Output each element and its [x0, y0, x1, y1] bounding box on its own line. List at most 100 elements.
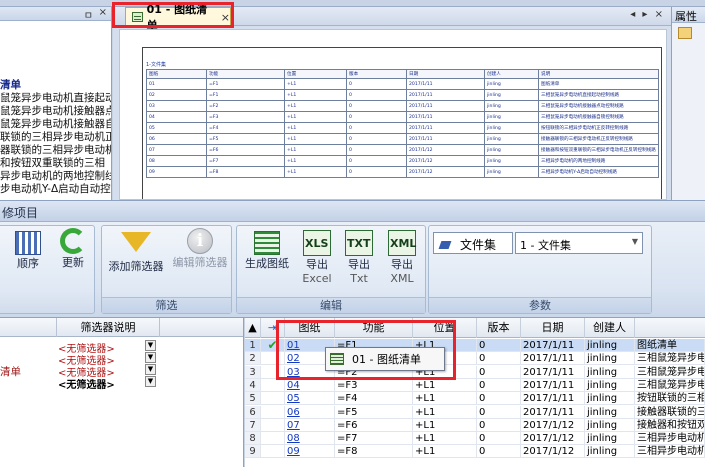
drawing-link[interactable]: 07 — [287, 420, 300, 431]
sheet-cell: 08 — [146, 155, 207, 167]
table-row[interactable]: 8 08 =F7 +L1 0 2017/1/12 jinling 三相异步电动机 — [245, 432, 705, 446]
sheet-cell: 按钮联锁的三相异步电动机正反转控制线路 — [538, 122, 659, 134]
fileset-type-combo[interactable]: 文件集 — [433, 232, 513, 254]
version-cell: 0 — [477, 352, 521, 366]
row-number: 4 — [245, 378, 261, 392]
pin-icon[interactable]: ㅁ — [84, 7, 93, 22]
xml-icon-text: XML — [390, 237, 417, 250]
generate-drawing-icon — [254, 231, 280, 255]
row-marker — [261, 378, 285, 392]
filter-row[interactable]: <无筛选器> ▼ — [0, 376, 243, 391]
export-txt-label-1: 导出 — [348, 258, 370, 271]
export-txt-button[interactable]: TXT 导出 Txt — [339, 228, 379, 286]
filter-description-header[interactable]: 筛选器说明 — [56, 318, 160, 337]
funnel-icon — [121, 232, 151, 252]
drawing-link[interactable]: 04 — [287, 380, 300, 391]
filter-dropdown-icon[interactable]: ▼ — [145, 376, 156, 387]
left-pane-line: 清单 — [0, 79, 21, 91]
sheet-cell: =F1 — [206, 89, 285, 101]
sheet-table: 图纸 功能 位置 版本 日期 创建人 说明 01 =F1 +L1 0 2017/1/11 jinling… — [146, 69, 659, 178]
generate-label: 生成图纸 — [245, 257, 289, 270]
sheet-header-cell: 创建人 — [484, 69, 539, 79]
sheet-cell: +L1 — [284, 111, 347, 123]
drawing-link[interactable]: 08 — [287, 433, 300, 444]
grid-header-cell[interactable]: 创建人 — [585, 318, 635, 338]
creator-cell: jinling — [585, 339, 635, 352]
left-pane-line: 联锁的三相异步电动机正 — [0, 131, 112, 143]
add-filter-label: 添加筛选器 — [108, 260, 164, 273]
sheet-cell: =F5 — [206, 133, 285, 145]
sheet-header-cell: 日期 — [406, 69, 485, 79]
filter-dropdown-icon[interactable]: ▼ — [145, 340, 156, 351]
filter-header: 筛选器说明 — [0, 318, 243, 337]
version-cell: 0 — [477, 392, 521, 406]
filter-dropdown-icon[interactable]: ▼ — [145, 352, 156, 363]
export-excel-label-1: 导出 — [306, 258, 328, 271]
row-marker — [261, 418, 285, 432]
filter-row[interactable]: 清单 <无筛选器> ▼ — [0, 364, 243, 379]
table-row[interactable]: 9 09 =F8 +L1 0 2017/1/12 jinling 三相异步电动机 — [245, 445, 705, 459]
description-cell: 三相异步电动机 — [635, 432, 705, 446]
xml-icon: XML — [388, 230, 416, 256]
sheet-header-cell: 图纸 — [146, 69, 207, 79]
table-row[interactable]: 5 05 =F4 +L1 0 2017/1/11 jinling 按钮联锁的三相 — [245, 392, 705, 406]
creator-cell: jinling — [585, 365, 635, 379]
drawing-link[interactable]: 06 — [287, 407, 300, 418]
function-cell: =F8 — [335, 445, 413, 459]
row-number: 7 — [245, 418, 261, 432]
drawing-link[interactable]: 05 — [287, 393, 300, 404]
sheet-caption: 1-文件集 — [146, 62, 166, 68]
fileset-select[interactable]: 1 - 文件集 ▼ — [515, 232, 643, 254]
sheet-cell: jinling — [484, 89, 539, 101]
sheet-cell: =F7 — [206, 155, 285, 167]
sheet-cell: +L1 — [284, 89, 347, 101]
sheet-cell: jinling — [484, 111, 539, 123]
ribbon: 顺序 更新 添加筛选器 编辑筛选器 筛选 生成图纸 — [0, 222, 705, 318]
tab-scroll-arrows[interactable]: ◂ ▸ × — [630, 9, 665, 20]
row-number: 1 — [245, 339, 261, 352]
table-row[interactable]: 7 07 =F6 +L1 0 2017/1/12 jinling 接触器和按钮双 — [245, 418, 705, 432]
filter-rows: <无筛选器> ▼ <无筛选器> ▼ 清单 <无筛选器> ▼ <无筛选器> ▼ — [0, 337, 243, 391]
sheet-cell: 2017/1/11 — [406, 122, 485, 134]
close-icon[interactable]: × — [99, 7, 107, 18]
function-cell: =F3 — [335, 378, 413, 392]
table-row[interactable]: 6 06 =F5 +L1 0 2017/1/11 jinling 接触器联锁的三 — [245, 405, 705, 419]
function-cell: =F5 — [335, 405, 413, 419]
add-filter-button[interactable]: 添加筛选器 — [104, 228, 168, 274]
version-cell: 0 — [477, 445, 521, 459]
row-number: 9 — [245, 445, 261, 459]
grid-header-cell[interactable]: 日期 — [521, 318, 585, 338]
sheet-header-cell: 说明 — [538, 69, 659, 79]
date-cell: 2017/1/11 — [521, 352, 585, 366]
xls-icon-text: XLS — [305, 237, 329, 250]
order-button[interactable]: 顺序 — [4, 228, 52, 271]
filter-row[interactable]: <无筛选器> ▼ — [0, 340, 243, 355]
generate-drawing-button[interactable]: 生成图纸 — [239, 228, 295, 271]
folder-icon[interactable] — [678, 27, 692, 39]
version-cell: 0 — [477, 432, 521, 446]
location-cell: +L1 — [413, 405, 477, 419]
left-pane-line: 鼠笼异步电动机接触器自 — [0, 118, 112, 130]
sheet-cell: 0 — [346, 166, 407, 178]
properties-pane: 属性 — [671, 7, 705, 200]
filter-dropdown-icon[interactable]: ▼ — [145, 364, 156, 375]
table-row[interactable]: 4 04 =F3 +L1 0 2017/1/11 jinling 三相鼠笼异步电 — [245, 378, 705, 392]
export-xml-button[interactable]: XML 导出 XML — [381, 228, 423, 286]
fileset-type-value: 文件集 — [460, 238, 497, 252]
sheet-cell: jinling — [484, 122, 539, 134]
grid-header-cell[interactable]: 版本 — [477, 318, 521, 338]
date-cell: 2017/1/12 — [521, 418, 585, 432]
description-cell: 按钮联锁的三相 — [635, 392, 705, 406]
refresh-button[interactable]: 更新 — [54, 228, 92, 270]
edit-filter-button[interactable]: 编辑筛选器 — [168, 228, 232, 270]
creator-cell: jinling — [585, 432, 635, 446]
filter-row[interactable]: <无筛选器> ▼ — [0, 352, 243, 367]
row-number: 3 — [245, 365, 261, 379]
drawing-link[interactable]: 09 — [287, 446, 300, 457]
drawing-sheet[interactable]: 1-文件集 图纸 功能 位置 版本 日期 创建人 说明 01 =F1 +L1 0 2017/1/11 j… — [119, 29, 667, 200]
sheet-cell: 02 — [146, 89, 207, 101]
export-excel-button[interactable]: XLS 导出 Excel — [297, 228, 337, 286]
left-pane-line: 异步电动机的两地控制线 — [0, 170, 112, 182]
left-pane-line: 和按钮双重联锁的三相 — [0, 157, 105, 169]
sheet-cell: 0 — [346, 89, 407, 101]
